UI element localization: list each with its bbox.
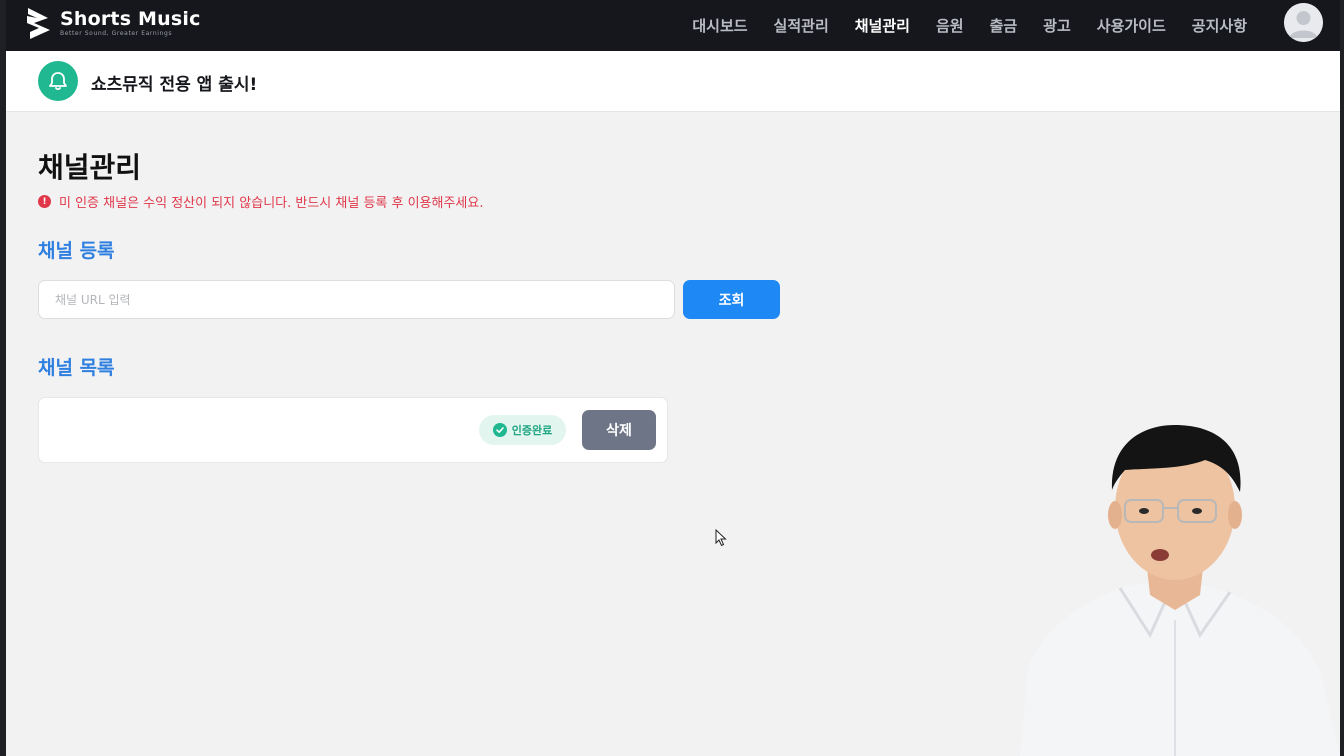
nav-item-notices[interactable]: 공지사항 bbox=[1179, 15, 1260, 36]
screen-frame-left bbox=[0, 0, 6, 756]
warning-text: 미 인증 채널은 수익 정산이 되지 않습니다. 반드시 채널 등록 후 이용해… bbox=[59, 196, 484, 211]
brand-tagline: Better Sound, Greater Earnings bbox=[60, 30, 173, 37]
page-title: 채널관리 bbox=[38, 151, 142, 184]
status-badge: 인증완료 bbox=[479, 415, 566, 445]
check-circle-icon bbox=[492, 423, 507, 437]
screen-frame-right bbox=[1340, 0, 1344, 756]
user-avatar[interactable] bbox=[1284, 3, 1323, 42]
main-nav: 대시보드 실적관리 채널관리 음원 출금 광고 사용가이드 공지사항 bbox=[679, 0, 1260, 51]
mouse-cursor-icon bbox=[715, 529, 727, 547]
nav-item-withdrawal[interactable]: 출금 bbox=[977, 15, 1031, 36]
delete-button[interactable]: 삭제 bbox=[582, 410, 656, 450]
nav-item-channel-management[interactable]: 채널관리 bbox=[842, 15, 923, 36]
search-button[interactable]: 조회 bbox=[683, 280, 780, 319]
section-title-register: 채널 등록 bbox=[38, 240, 115, 262]
brand-text: Shorts Music Better Sound, Greater Earni… bbox=[60, 8, 201, 38]
brand-logo[interactable]: Shorts Music Better Sound, Greater Earni… bbox=[24, 6, 201, 40]
channel-url-input[interactable] bbox=[38, 280, 675, 319]
alert-icon: ! bbox=[38, 195, 51, 208]
top-navigation-bar: Shorts Music Better Sound, Greater Earni… bbox=[6, 0, 1340, 51]
notice-banner[interactable]: 쇼츠뮤직 전용 앱 출시! bbox=[6, 51, 1340, 112]
nav-item-dashboard[interactable]: 대시보드 bbox=[679, 15, 760, 36]
nav-item-ads[interactable]: 광고 bbox=[1030, 15, 1084, 36]
notice-text: 쇼츠뮤직 전용 앱 출시! bbox=[91, 75, 258, 95]
channel-list-item: 인증완료 삭제 bbox=[38, 397, 668, 463]
nav-item-music[interactable]: 음원 bbox=[923, 15, 977, 36]
bell-icon bbox=[38, 61, 78, 101]
section-title-channel-list: 채널 목록 bbox=[38, 357, 115, 379]
shorts-music-logo-icon bbox=[27, 8, 50, 39]
brand-name: Shorts Music bbox=[60, 8, 201, 30]
nav-item-user-guide[interactable]: 사용가이드 bbox=[1084, 15, 1179, 36]
status-label: 인증완료 bbox=[511, 424, 553, 437]
warning-message: ! 미 인증 채널은 수익 정산이 되지 않습니다. 반드시 채널 등록 후 이… bbox=[38, 192, 483, 211]
presenter-webcam-overlay bbox=[1020, 425, 1340, 756]
user-avatar-icon bbox=[1284, 3, 1323, 42]
nav-item-performance[interactable]: 실적관리 bbox=[761, 15, 842, 36]
